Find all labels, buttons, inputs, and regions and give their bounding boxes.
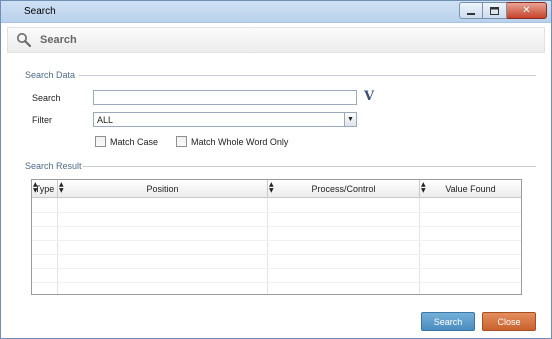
column-header-type[interactable]: ▲ ▼ Type: [32, 180, 58, 198]
match-case-checkbox[interactable]: [95, 136, 106, 147]
filter-value: ALL: [97, 115, 114, 125]
grid-row-line: [32, 226, 521, 227]
section-divider: [83, 166, 536, 167]
filter-select[interactable]: ALL ▼: [93, 112, 357, 127]
column-header-process-control[interactable]: ▲ ▼ Process/Control: [268, 180, 420, 198]
sort-icon[interactable]: ▲ ▼: [269, 182, 274, 194]
grid-row-line: [32, 282, 521, 283]
header-title: Search: [40, 34, 77, 46]
maximize-button[interactable]: [483, 2, 507, 19]
match-case-label: Match Case: [110, 137, 159, 147]
column-label: Value Found: [445, 184, 496, 194]
sort-icon[interactable]: ▲ ▼: [421, 182, 426, 194]
close-button[interactable]: Close: [482, 312, 536, 331]
search-button[interactable]: Search: [421, 312, 475, 331]
search-options-icon[interactable]: V: [361, 89, 377, 105]
match-whole-word-label: Match Whole Word Only: [191, 137, 289, 147]
window-controls: ✕: [459, 2, 547, 19]
grid-row-line: [32, 212, 521, 213]
filter-label: Filter: [32, 115, 52, 125]
grid-row-line: [32, 268, 521, 269]
search-data-section-label: Search Data: [25, 70, 76, 80]
search-result-section-label: Search Result: [25, 161, 82, 171]
match-whole-word-checkbox[interactable]: [176, 136, 187, 147]
minimize-icon: [467, 12, 475, 15]
header-strip: Search: [7, 27, 545, 53]
column-header-position[interactable]: ▲ ▼ Position: [58, 180, 268, 198]
sort-icon[interactable]: ▲ ▼: [59, 182, 64, 194]
section-divider: [79, 75, 536, 76]
results-grid[interactable]: ▲ ▼ Type ▲ ▼ Position ▲ ▼ Process/Control ▲…: [31, 179, 522, 295]
chevron-down-icon[interactable]: ▼: [344, 113, 356, 126]
search-label: Search: [32, 93, 61, 103]
column-label: Process/Control: [311, 184, 376, 194]
maximize-icon: [490, 6, 499, 15]
column-label: Position: [146, 184, 179, 194]
search-dialog: Search ✕ Search Search Data Search V Fil…: [0, 0, 552, 339]
magnifier-icon: [17, 33, 32, 48]
minimize-button[interactable]: [459, 2, 483, 19]
close-window-button[interactable]: ✕: [507, 2, 547, 19]
grid-row-line: [32, 240, 521, 241]
sort-icon[interactable]: ▲ ▼: [33, 182, 38, 194]
grid-row-line: [32, 254, 521, 255]
close-icon: ✕: [522, 5, 531, 16]
column-header-value-found[interactable]: ▲ ▼ Value Found: [420, 180, 521, 198]
title-bar[interactable]: Search ✕: [1, 1, 551, 23]
window-title: Search: [24, 6, 56, 17]
grid-header: ▲ ▼ Type ▲ ▼ Position ▲ ▼ Process/Control ▲…: [32, 180, 521, 198]
search-input[interactable]: [93, 90, 357, 105]
